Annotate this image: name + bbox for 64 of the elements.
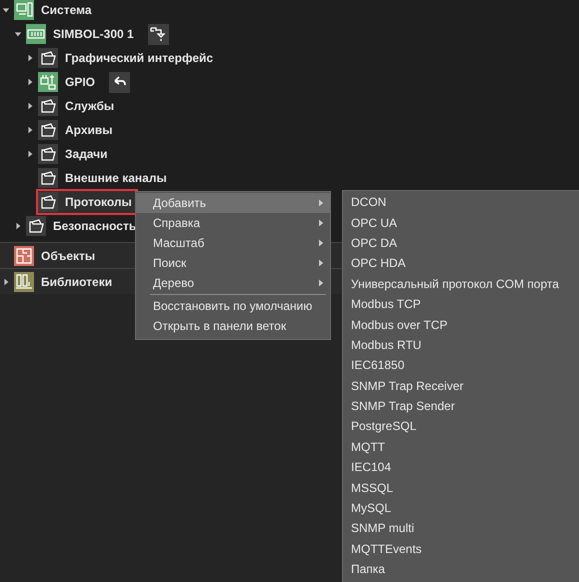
menu-item[interactable]: Папка (343, 559, 579, 580)
menu-item[interactable]: Modbus TCP (343, 294, 579, 314)
folder-icon (38, 192, 58, 212)
tree-item[interactable]: Службы (36, 93, 120, 119)
menu-item[interactable]: MQTTEvents (343, 538, 579, 560)
menu-item[interactable]: Открыть в панели веток (136, 316, 330, 336)
tree-item[interactable]: Внешние каналы (36, 165, 173, 191)
expander-icon[interactable] (2, 278, 10, 286)
expander-icon[interactable] (14, 30, 22, 38)
expander-icon[interactable] (26, 54, 34, 62)
insert-button[interactable] (148, 24, 169, 44)
circuit-icon (38, 72, 58, 92)
module-icon (26, 24, 46, 44)
tree-item[interactable]: Задачи (36, 141, 114, 167)
submenu-arrow-icon (319, 239, 324, 247)
menu-item[interactable]: OPC DA (343, 232, 579, 254)
menu-item[interactable]: Modbus RTU (343, 334, 579, 356)
menu-item[interactable]: SNMP Trap Sender (343, 396, 579, 416)
menu-item[interactable]: Дерево (136, 273, 330, 293)
menu-item[interactable]: DCON (343, 192, 579, 212)
expander-icon[interactable] (26, 126, 34, 134)
tree-item[interactable]: Архивы (36, 117, 119, 143)
menu-item[interactable]: Modbus over TCP (343, 314, 579, 335)
menu-item[interactable]: Поиск (136, 253, 330, 273)
undo-button[interactable] (109, 72, 130, 92)
panel-title: Библиотеки (41, 274, 112, 288)
books-icon (14, 272, 34, 292)
menu-item[interactable]: Восстановить по умолчанию (136, 296, 330, 316)
submenu-arrow-icon (319, 279, 324, 287)
folder-icon (38, 48, 58, 68)
computer-icon (14, 0, 34, 20)
menu-item[interactable]: IEC104 (343, 457, 579, 478)
folder-icon (26, 216, 46, 236)
arrow-down-icon (150, 26, 166, 42)
tree-item[interactable]: SIMBOL-300 1 (24, 21, 140, 47)
submenu-arrow-icon (319, 259, 324, 267)
menu-item[interactable]: MSSQL (343, 477, 579, 498)
tree-item[interactable]: Графический интерфейс (36, 45, 220, 71)
submenu-arrow-icon (319, 219, 324, 227)
menu-item[interactable]: OPC HDA (343, 253, 579, 274)
menu-item[interactable]: OPC UA (343, 212, 579, 233)
tree-item[interactable]: Система (12, 0, 98, 23)
tree-item[interactable]: Протоколы (36, 189, 138, 215)
submenu-arrow-icon (319, 199, 324, 207)
menu-item[interactable]: MySQL (343, 498, 579, 518)
menu-item[interactable]: IEC61850 (343, 355, 579, 376)
expander-icon[interactable] (26, 150, 34, 158)
floor-plan-icon (14, 246, 34, 266)
menu-item[interactable]: SNMP multi (343, 518, 579, 539)
expander-icon[interactable] (14, 222, 22, 230)
expander-icon[interactable] (2, 6, 10, 14)
tree-item[interactable]: GPIO (36, 69, 102, 95)
menu-item[interactable]: Универсальный протокол COM порта (343, 274, 579, 294)
menu-item[interactable]: SNMP Trap Receiver (343, 376, 579, 396)
folder-icon (38, 168, 58, 188)
menu-item[interactable]: PostgreSQL (343, 416, 579, 437)
expander-icon[interactable] (26, 102, 34, 110)
folder-icon (38, 120, 58, 140)
expander-icon[interactable] (26, 78, 34, 86)
folder-icon (38, 144, 58, 164)
menu-item[interactable]: MQTT (343, 436, 579, 458)
panel-title: Объекты (41, 248, 96, 262)
menu-item[interactable]: Добавить (136, 193, 330, 213)
folder-icon (38, 96, 58, 116)
